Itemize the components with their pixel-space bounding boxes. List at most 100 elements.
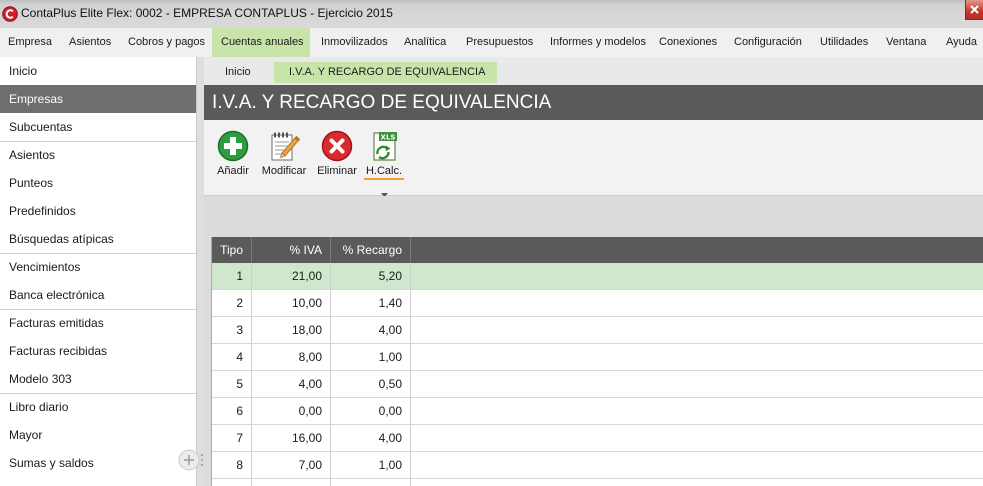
dropdown-indicator-line <box>364 178 404 180</box>
delete-button[interactable]: Eliminar <box>315 120 359 192</box>
sidebar-item-subcuentas[interactable]: Subcuentas <box>0 113 196 141</box>
cell-tipo[interactable]: 5 <box>212 371 252 397</box>
sidebar-item-punteos[interactable]: Punteos <box>0 169 196 197</box>
sidebar-item-sumas-saldos[interactable]: Sumas y saldos <box>0 449 196 477</box>
close-icon <box>970 5 979 14</box>
menu-asientos[interactable]: Asientos <box>69 28 111 57</box>
cell-empty <box>411 371 983 397</box>
menu-ayuda[interactable]: Ayuda <box>946 28 977 57</box>
cell-empty <box>411 263 983 289</box>
menu-inmovilizados[interactable]: Inmovilizados <box>321 28 388 57</box>
menu-analitica[interactable]: Analítica <box>404 28 446 57</box>
cell-recargo[interactable]: 1,00 <box>331 452 411 478</box>
menu-cuentas-anuales[interactable]: Cuentas anuales <box>212 28 310 57</box>
cell-tipo[interactable]: 8 <box>212 452 252 478</box>
sidebar-item-asientos[interactable]: Asientos <box>0 141 196 169</box>
menu-ventana[interactable]: Ventana <box>886 28 926 57</box>
cell-recargo[interactable]: 4,00 <box>331 425 411 451</box>
sidebar-item-modelo-303[interactable]: Modelo 303 <box>0 365 196 393</box>
cell-empty <box>411 398 983 424</box>
xls-icon-label: XLS <box>381 133 396 141</box>
tab-inicio[interactable]: Inicio <box>225 62 251 83</box>
menu-informes[interactable]: Informes y modelos <box>550 28 646 57</box>
cell-recargo[interactable] <box>331 479 411 486</box>
sidebar-item-inicio[interactable]: Inicio <box>0 57 196 85</box>
contaplus-logo-icon <box>2 6 18 22</box>
cell-empty <box>411 425 983 451</box>
spreadsheet-xls-icon: XLS <box>368 130 400 162</box>
column-header-tipo[interactable]: Tipo <box>212 237 252 263</box>
cell-empty <box>411 290 983 316</box>
cell-recargo[interactable]: 0,00 <box>331 398 411 424</box>
spreadsheet-button-label: H.Calc. <box>365 165 403 177</box>
menu-cobros-pagos[interactable]: Cobros y pagos <box>128 28 205 57</box>
cell-tipo[interactable]: 6 <box>212 398 252 424</box>
menu-empresa[interactable]: Empresa <box>8 28 52 57</box>
sidebar-item-banca-electronica[interactable]: Banca electrónica <box>0 281 196 309</box>
close-window-button[interactable] <box>965 0 983 20</box>
add-shortcut-button[interactable] <box>178 449 200 471</box>
table-row[interactable]: 6 0,00 0,00 <box>212 398 983 425</box>
cell-tipo[interactable] <box>212 479 252 486</box>
table-row[interactable]: 4 8,00 1,00 <box>212 344 983 371</box>
cell-tipo[interactable]: 4 <box>212 344 252 370</box>
column-header-iva[interactable]: % IVA <box>252 237 331 263</box>
cell-recargo[interactable]: 0,50 <box>331 371 411 397</box>
cell-recargo[interactable]: 1,00 <box>331 344 411 370</box>
chevron-down-icon[interactable] <box>380 184 388 197</box>
sidebar-item-mayor[interactable]: Mayor <box>0 421 196 449</box>
edit-button-label: Modificar <box>261 165 307 177</box>
cell-iva[interactable]: 10,00 <box>252 290 331 316</box>
cell-iva[interactable] <box>252 479 331 486</box>
cell-recargo[interactable]: 5,20 <box>331 263 411 289</box>
cell-tipo[interactable]: 2 <box>212 290 252 316</box>
menu-presupuestos[interactable]: Presupuestos <box>466 28 533 57</box>
cell-recargo[interactable]: 4,00 <box>331 317 411 343</box>
cell-tipo[interactable]: 1 <box>212 263 252 289</box>
iva-table: Tipo % IVA % Recargo 1 21,00 5,20 2 10,0… <box>211 237 983 486</box>
edit-icon <box>268 130 301 162</box>
cell-iva[interactable]: 8,00 <box>252 344 331 370</box>
table-row[interactable]: 2 10,00 1,40 <box>212 290 983 317</box>
column-header-recargo[interactable]: % Recargo <box>331 237 411 263</box>
menu-configuracion[interactable]: Configuración <box>734 28 802 57</box>
sidebar-item-empresas[interactable]: Empresas <box>0 85 196 113</box>
table-row[interactable]: 1 21,00 5,20 <box>212 263 983 290</box>
cell-tipo[interactable]: 3 <box>212 317 252 343</box>
cell-recargo[interactable]: 1,40 <box>331 290 411 316</box>
add-button[interactable]: Añadir <box>212 120 254 192</box>
table-row[interactable]: 8 7,00 1,00 <box>212 452 983 479</box>
sidebar-item-facturas-recibidas[interactable]: Facturas recibidas <box>0 337 196 365</box>
delete-button-label: Eliminar <box>317 165 357 177</box>
cell-iva[interactable]: 16,00 <box>252 425 331 451</box>
cell-iva[interactable]: 0,00 <box>252 398 331 424</box>
menu-bar: Empresa Asientos Cobros y pagos Cuentas … <box>0 28 983 57</box>
plus-icon <box>178 449 200 471</box>
sidebar-splitter[interactable] <box>197 57 204 486</box>
add-button-label: Añadir <box>217 165 249 177</box>
cell-iva[interactable]: 18,00 <box>252 317 331 343</box>
cell-iva[interactable]: 21,00 <box>252 263 331 289</box>
tab-iva-recargo[interactable]: I.V.A. Y RECARGO DE EQUIVALENCIA <box>274 62 497 83</box>
window-title: ContaPlus Elite Flex: 0002 - EMPRESA CON… <box>21 6 393 20</box>
menu-conexiones[interactable]: Conexiones <box>659 28 717 57</box>
column-header-empty <box>411 237 983 263</box>
cell-iva[interactable]: 7,00 <box>252 452 331 478</box>
table-row[interactable]: 7 16,00 4,00 <box>212 425 983 452</box>
table-row[interactable]: 3 18,00 4,00 <box>212 317 983 344</box>
add-icon <box>217 130 249 162</box>
spreadsheet-export-button[interactable]: XLS H.Calc. <box>364 120 404 197</box>
sidebar-item-facturas-emitidas[interactable]: Facturas emitidas <box>0 309 196 337</box>
sidebar-item-vencimientos[interactable]: Vencimientos <box>0 253 196 281</box>
menu-utilidades[interactable]: Utilidades <box>820 28 868 57</box>
edit-button[interactable]: Modificar <box>259 120 309 192</box>
sidebar-item-libro-diario[interactable]: Libro diario <box>0 393 196 421</box>
cell-tipo[interactable]: 7 <box>212 425 252 451</box>
delete-icon <box>321 130 353 162</box>
sidebar-item-predefinidos[interactable]: Predefinidos <box>0 197 196 225</box>
cell-iva[interactable]: 4,00 <box>252 371 331 397</box>
toolbar: Añadir Modificar Eliminar XLS H.Calc. <box>204 120 983 197</box>
table-row-empty[interactable] <box>212 479 983 486</box>
sidebar-item-busquedas-atipicas[interactable]: Búsquedas atípicas <box>0 225 196 253</box>
table-row[interactable]: 5 4,00 0,50 <box>212 371 983 398</box>
